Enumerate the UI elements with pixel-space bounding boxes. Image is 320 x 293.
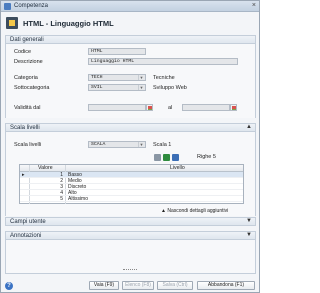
- help-icon[interactable]: ?: [5, 282, 13, 290]
- categoria-dropdown[interactable]: TECH ▼: [88, 74, 146, 81]
- sottocategoria-description: Sviluppo Web: [153, 85, 187, 91]
- app-icon: [4, 3, 11, 10]
- table-row[interactable]: 5 Altissimo: [20, 196, 243, 202]
- grid-header: Valore Livello: [20, 165, 243, 172]
- cell-valore: 5: [60, 196, 63, 202]
- excel-icon[interactable]: [163, 154, 170, 161]
- cell-livello: Altissimo: [68, 196, 89, 202]
- sottocategoria-value: SVIL: [91, 85, 103, 90]
- livelli-grid: Valore Livello ▸ 1 Basso 2 Medio 3 Discr…: [19, 164, 244, 204]
- vaia-button[interactable]: Vaia (F9): [89, 281, 119, 290]
- validita-dal-label: Validità dal: [14, 105, 41, 111]
- section-label: Campi utente: [10, 219, 46, 225]
- abbandona-button[interactable]: Abbandona (F1): [197, 281, 255, 290]
- resize-handle-icon[interactable]: [123, 269, 137, 271]
- filter-icon[interactable]: [172, 154, 179, 161]
- column-header-valore[interactable]: Valore: [38, 165, 53, 172]
- scala-livelli-body: Scala livelli SCALA ▼ Scala 1 Righe 5 Va…: [5, 132, 256, 216]
- categoria-value: TECH: [91, 75, 103, 80]
- scala-livelli-label: Scala livelli: [14, 142, 42, 148]
- calendar-icon[interactable]: [146, 104, 153, 111]
- dati-generali-body: Codice HTML Descrizione Linguaggio HTML …: [5, 44, 256, 118]
- sottocategoria-dropdown[interactable]: SVIL ▼: [88, 84, 146, 91]
- al-label: al: [168, 105, 173, 111]
- chevron-down-icon[interactable]: ▼: [138, 75, 144, 80]
- scala-description: Scala 1: [153, 142, 172, 148]
- validita-dal-field[interactable]: [88, 104, 146, 111]
- chevron-up-icon[interactable]: ▲: [246, 124, 252, 130]
- validita-al-field[interactable]: [182, 104, 230, 111]
- section-annotazioni[interactable]: Annotazioni ▼: [5, 231, 256, 240]
- competenza-window: Competenza × HTML - Linguaggio HTML Dati…: [0, 0, 260, 293]
- salva-button[interactable]: Salva (Ctrl): [157, 281, 193, 290]
- section-label: Annotazioni: [10, 233, 42, 239]
- print-icon[interactable]: [154, 154, 161, 161]
- scala-value: SCALA: [91, 142, 106, 147]
- nascondi-dettagli-label: Nascondi dettagli aggiuntivi: [167, 208, 229, 214]
- categoria-description: Tecniche: [153, 75, 175, 81]
- chevron-down-icon[interactable]: ▼: [138, 85, 144, 90]
- section-label: Scala livelli: [10, 125, 40, 131]
- chevron-down-icon[interactable]: ▼: [138, 142, 144, 147]
- titlebar: Competenza ×: [1, 1, 259, 12]
- section-dati-generali[interactable]: Dati generali: [5, 35, 256, 44]
- page-title: HTML - Linguaggio HTML: [23, 19, 114, 28]
- righe-count: Righe 5: [197, 154, 216, 160]
- descrizione-field[interactable]: Linguaggio HTML: [88, 58, 238, 65]
- chevron-down-icon[interactable]: ▼: [246, 218, 252, 224]
- section-scala-livelli[interactable]: Scala livelli ▲: [5, 123, 256, 132]
- calendar-icon[interactable]: [230, 104, 237, 111]
- column-header-livello[interactable]: Livello: [170, 165, 185, 172]
- scala-dropdown[interactable]: SCALA ▼: [88, 141, 146, 148]
- categoria-label: Categoria: [14, 75, 38, 81]
- sottocategoria-label: Sottocategoria: [14, 85, 50, 91]
- close-icon[interactable]: ×: [252, 2, 256, 9]
- codice-field[interactable]: HTML: [88, 48, 146, 55]
- codice-label: Codice: [14, 49, 32, 55]
- nascondi-dettagli-link[interactable]: ▲ Nascondi dettagli aggiuntivi: [161, 208, 228, 214]
- chevron-down-icon[interactable]: ▼: [246, 232, 252, 238]
- elenco-button[interactable]: Elenco (F8): [122, 281, 154, 290]
- grid-toolbar: Righe 5: [154, 154, 244, 162]
- section-campi-utente[interactable]: Campi utente ▼: [5, 217, 256, 226]
- section-label: Dati generali: [10, 37, 44, 43]
- window-title: Competenza: [14, 3, 49, 9]
- descrizione-label: Descrizione: [14, 59, 43, 65]
- competence-icon: [6, 17, 18, 29]
